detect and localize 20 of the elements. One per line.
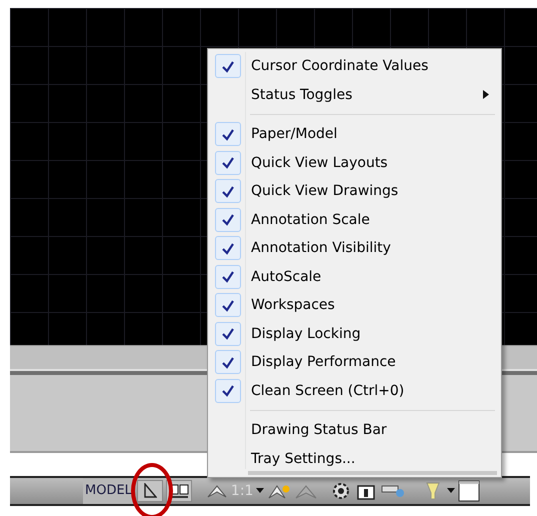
caret-icon[interactable] <box>256 488 264 494</box>
menu-item[interactable]: Clean Screen (Ctrl+0) <box>212 376 497 405</box>
highlight-ellipse <box>131 463 173 516</box>
menu-item[interactable]: AutoScale <box>212 262 497 291</box>
menu-item[interactable]: Status Toggles <box>212 80 497 109</box>
caret-icon[interactable] <box>447 488 456 494</box>
menu-item[interactable]: Display Locking <box>212 320 497 348</box>
menu-item[interactable]: Tray Settings... <box>212 444 497 473</box>
menu-item[interactable]: Workspaces <box>212 291 497 320</box>
menu-item[interactable]: Annotation Visibility <box>212 234 497 262</box>
annotation-scale-icon[interactable] <box>206 483 228 499</box>
layout-icon[interactable] <box>136 480 163 502</box>
menu-item[interactable]: Quick View Layouts <box>212 148 497 177</box>
menu-item[interactable]: Drawing Status Bar <box>212 416 497 444</box>
menu-item[interactable]: Paper/Model <box>212 120 497 148</box>
menu-item[interactable]: Annotation Scale <box>212 206 497 234</box>
menu-item[interactable]: Quick View Drawings <box>212 177 497 206</box>
menu-item[interactable]: Cursor Coordinate Values <box>212 52 497 80</box>
window-icon[interactable] <box>458 480 480 502</box>
menu-item[interactable]: Display Performance <box>212 348 497 376</box>
